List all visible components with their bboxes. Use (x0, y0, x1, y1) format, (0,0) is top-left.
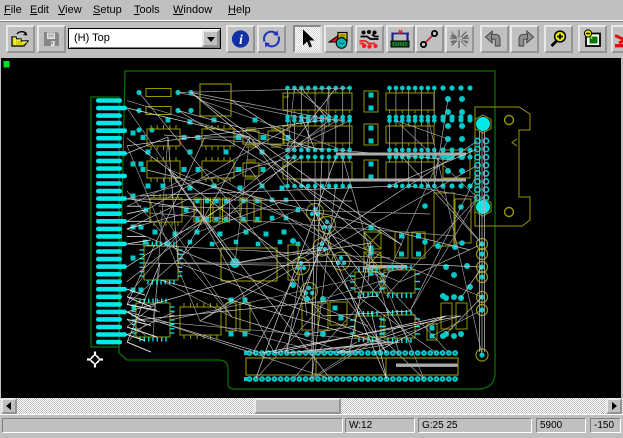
svg-text:i: i (239, 33, 243, 48)
